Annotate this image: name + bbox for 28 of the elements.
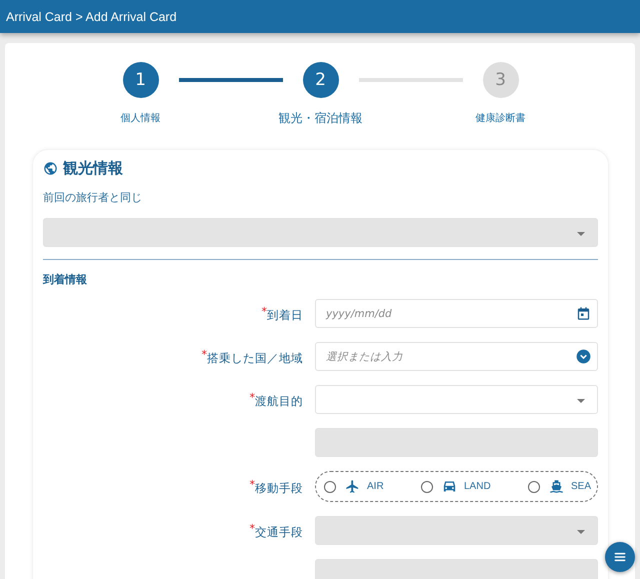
car-icon bbox=[442, 479, 457, 494]
globe-icon bbox=[43, 161, 58, 176]
caret-icon bbox=[577, 232, 585, 236]
subsection-title: 到着情報 bbox=[43, 272, 88, 287]
radio-button[interactable] bbox=[324, 480, 336, 492]
radio-button[interactable] bbox=[420, 480, 433, 492]
chevron-down-icon bbox=[576, 349, 591, 364]
field-label: 前回の旅行者と同じ bbox=[43, 190, 143, 205]
radio-label: LAND bbox=[464, 481, 491, 492]
country-combobox[interactable]: 選択または入力 bbox=[315, 342, 598, 371]
step-label: 個人情報 bbox=[120, 112, 160, 125]
step-circle[interactable]: 3 bbox=[482, 62, 518, 98]
airplane-icon bbox=[345, 479, 360, 494]
select-field[interactable] bbox=[315, 385, 598, 414]
radio-label: SEA bbox=[570, 481, 591, 492]
ship-icon bbox=[548, 479, 564, 494]
caret-icon bbox=[577, 399, 585, 403]
step-label: 観光・宿泊情報 bbox=[278, 110, 362, 127]
step-label: 健康診断書 bbox=[476, 112, 526, 125]
step-circle[interactable]: 2 bbox=[302, 62, 338, 98]
section-title: 観光情報 bbox=[63, 159, 123, 178]
breadcrumb: Arrival Card > Add Arrival Card bbox=[6, 10, 177, 24]
calendar-icon bbox=[576, 306, 591, 321]
date-field[interactable]: yyyy/mm/dd bbox=[315, 299, 598, 328]
radio-label: AIR bbox=[367, 481, 384, 492]
caret-icon bbox=[577, 530, 585, 534]
radio-button[interactable] bbox=[528, 480, 540, 492]
step-circle[interactable]: 1 bbox=[122, 62, 158, 98]
